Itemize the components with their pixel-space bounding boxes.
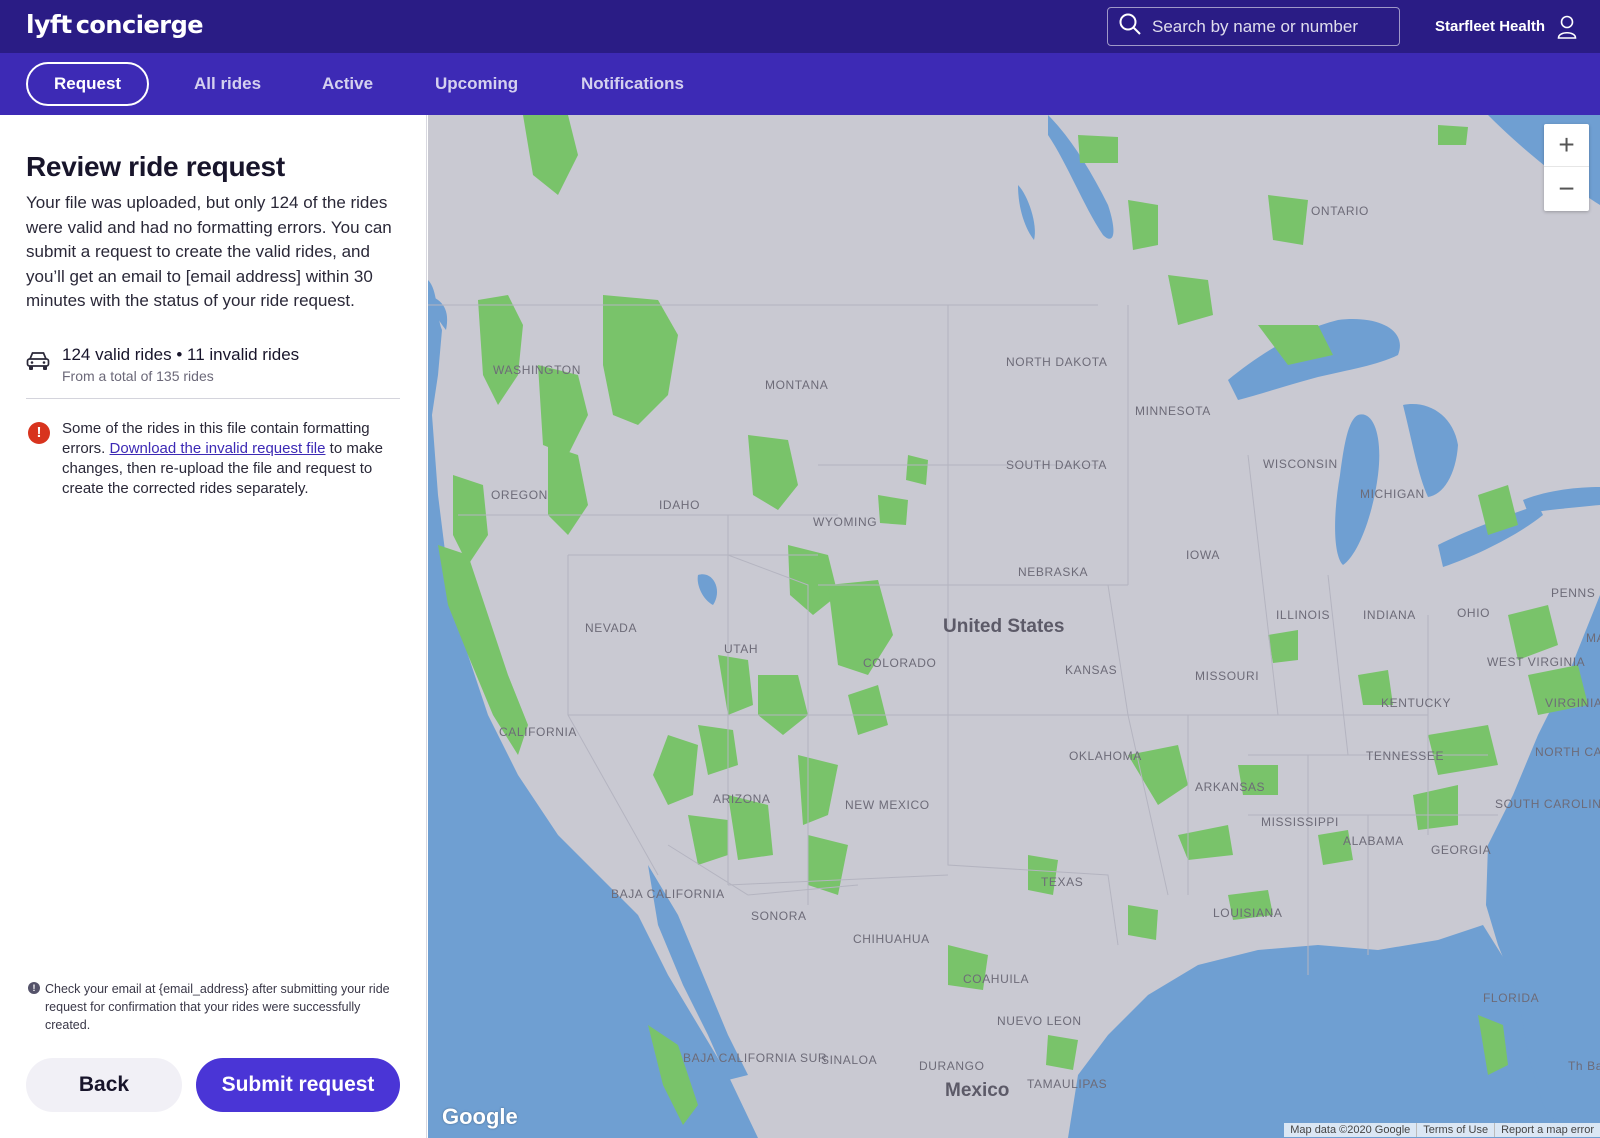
upload-description: Your file was uploaded, but only 124 of … [26,193,392,310]
map-label-west-virginia: WEST VIRGINIA [1487,655,1586,669]
terms-of-use-link[interactable]: Terms of Use [1416,1123,1494,1137]
back-button[interactable]: Back [26,1058,182,1112]
map-label-sinaloa: SINALOA [821,1053,878,1067]
zoom-controls: + − [1544,124,1589,211]
download-invalid-file-link[interactable]: Download the invalid request file [110,440,326,457]
google-logo: Google [442,1104,518,1129]
map-label-north-dakota: NORTH DAKOTA [1006,355,1108,369]
car-icon [26,350,50,377]
map-label-ma: MA [1586,631,1600,645]
map-label-penns: PENNS [1551,586,1596,600]
map-label-wyoming: WYOMING [813,515,878,529]
user-icon [1557,15,1577,39]
tab-active[interactable]: Active [322,53,373,115]
lyft-concierge-logo[interactable]: lyft concierge [26,10,204,39]
map-label-missouri: MISSOURI [1195,669,1260,683]
tab-request[interactable]: Request [26,62,150,106]
map-data-credit: Map data ©2020 Google [1290,1124,1411,1136]
tab-upcoming[interactable]: Upcoming [435,53,518,115]
map-label-nevada: NEVADA [585,621,638,635]
map-label-idaho: IDAHO [659,498,701,512]
ride-total: From a total of 135 rides [62,368,214,384]
map-label-arkansas: ARKANSAS [1195,780,1266,794]
map-label-illinois: ILLINOIS [1276,608,1331,622]
map-label-kentucky: KENTUCKY [1381,696,1452,710]
zoom-in-button[interactable]: + [1544,124,1589,167]
ride-summary: 124 valid rides • 11 invalid rides From … [26,345,400,399]
page-title: Review ride request [26,151,285,182]
map-label-baja-california-sur: BAJA CALIFORNIA SUR [683,1051,828,1065]
map-label-north-carolina: NORTH CAROLINA [1535,745,1600,759]
map-label-nuevo-leon: NUEVO LEON [997,1014,1082,1028]
map-label-louisiana: LOUISIANA [1213,906,1283,920]
alert-message: Some of the rides in this file contain f… [62,419,402,499]
zoom-out-button[interactable]: − [1544,167,1589,210]
map-label-bahamas: Th Baha [1568,1059,1600,1073]
map-label-oregon: OREGON [491,488,548,502]
email-note-text: Check your email at {email_address} afte… [45,982,390,1032]
nav-bar: Request All rides Active Upcoming Notifi… [0,53,1600,115]
ride-counts: 124 valid rides • 11 invalid rides [62,345,300,364]
map-label-texas: TEXAS [1041,875,1084,889]
map-label-mississippi: MISSISSIPPI [1261,815,1339,829]
map-label-michigan: MICHIGAN [1360,487,1425,501]
map-label-iowa: IOWA [1186,548,1220,562]
map-label-baja-california: BAJA CALIFORNIA [611,887,725,901]
map-label-florida: FLORIDA [1483,991,1540,1005]
map-view[interactable]: ONTARIO WASHINGTON MONTANA NORTH DAKOTA … [428,115,1600,1138]
account-menu[interactable]: Starfleet Health [1435,0,1577,53]
map-label-california: CALIFORNIA [499,725,578,739]
map-label-georgia: GEORGIA [1431,843,1492,857]
map-label-new-mexico: NEW MEXICO [845,798,930,812]
map-label-minnesota: MINNESOTA [1135,404,1211,418]
submit-request-button[interactable]: Submit request [196,1058,400,1112]
map-label-kansas: KANSAS [1065,663,1118,677]
map-label-nebraska: NEBRASKA [1018,565,1089,579]
map-label-virginia: VIRGINIA [1545,696,1600,710]
account-name: Starfleet Health [1435,18,1546,35]
tab-all-rides[interactable]: All rides [194,53,261,115]
map-label-tennessee: TENNESSEE [1366,749,1445,763]
map-label-ohio: OHIO [1457,606,1491,620]
brand-name: lyft [26,10,72,39]
search-box[interactable] [1107,7,1400,46]
report-map-error-link[interactable]: Report a map error [1494,1123,1600,1137]
map-label-colorado: COLORADO [863,656,937,670]
map-label-durango: DURANGO [919,1059,985,1073]
map-label-utah: UTAH [724,642,759,656]
info-icon: ! [28,982,40,994]
map-label-united-states: United States [943,616,1065,637]
map-label-mexico: Mexico [945,1080,1010,1101]
map-label-wisconsin: WISCONSIN [1263,457,1338,471]
search-input[interactable] [1152,16,1392,37]
error-icon: ! [28,422,50,444]
map-label-coahuila: COAHUILA [963,972,1030,986]
review-panel: Review ride request Your file was upload… [0,115,427,1138]
map-label-sonora: SONORA [751,909,807,923]
map-label-south-carolina: SOUTH CAROLINA [1495,797,1600,811]
map-attribution: Map data ©2020 Google Terms of Use Repor… [1284,1123,1600,1137]
map-label-indiana: INDIANA [1363,608,1416,622]
map-label-washington: WASHINGTON [493,363,582,377]
top-bar: lyft concierge Starfleet Health [0,0,1600,53]
map-label-arizona: ARIZONA [713,792,771,806]
map-label-ontario: ONTARIO [1311,204,1369,218]
map-label-alabama: ALABAMA [1343,834,1404,848]
map-label-tamaulipas: TAMAULIPAS [1027,1077,1108,1091]
map-label-oklahoma: OKLAHOMA [1069,749,1142,763]
tab-notifications[interactable]: Notifications [581,53,684,115]
map-label-chihuahua: CHIHUAHUA [853,932,930,946]
search-icon [1118,12,1142,41]
map-label-montana: MONTANA [765,378,829,392]
product-name: concierge [75,11,204,39]
map-label-south-dakota: SOUTH DAKOTA [1006,458,1107,472]
